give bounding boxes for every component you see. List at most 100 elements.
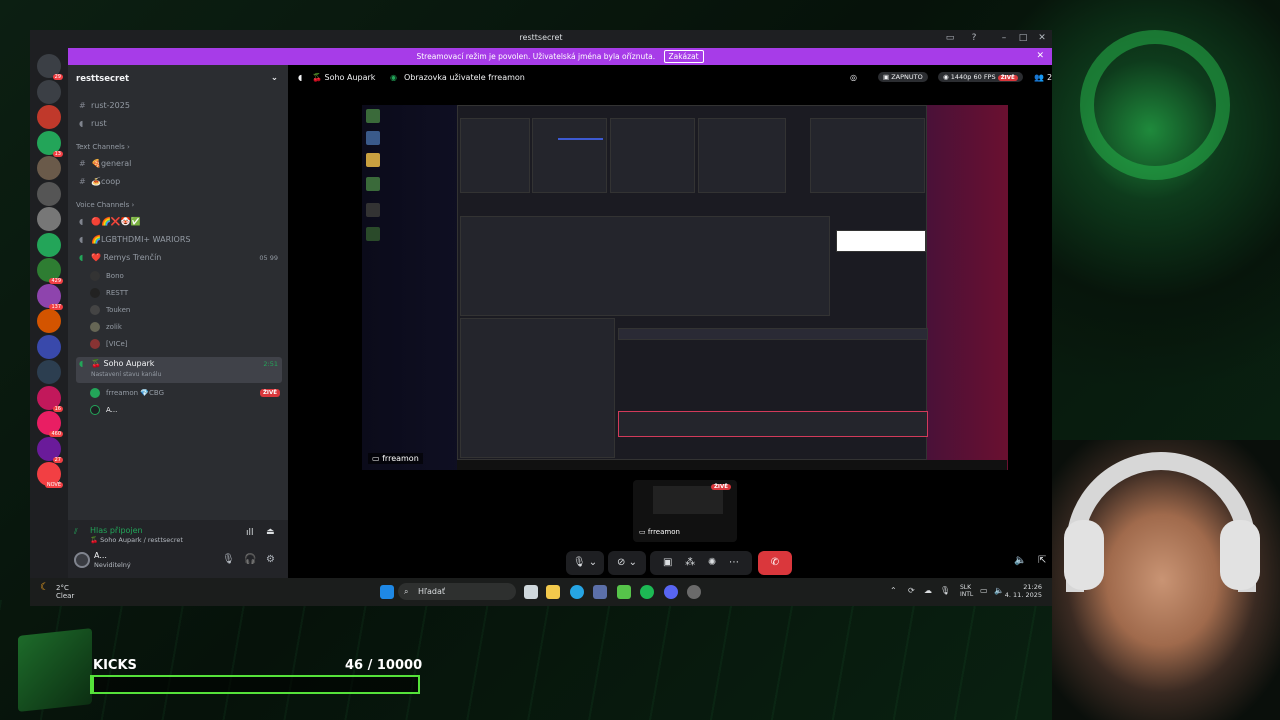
- channel-label: ❤️ Remys Trenčín: [91, 253, 162, 262]
- avatar: [90, 339, 100, 349]
- voice-member[interactable]: RESTT: [90, 286, 128, 300]
- weather-widget[interactable]: ☾ 2°C Clear: [40, 583, 75, 601]
- weather-temp: 2°C: [56, 584, 69, 592]
- activities-icon[interactable]: ⁂: [685, 557, 695, 568]
- help-icon[interactable]: ?: [968, 32, 980, 44]
- spotify-icon[interactable]: ◎: [850, 73, 857, 82]
- media-icon[interactable]: [617, 585, 631, 599]
- mute-icon[interactable]: 🎙: [222, 554, 235, 565]
- voice-member-streaming[interactable]: frreamon 💎CBG ŽIVĚ: [90, 386, 280, 400]
- sync-icon[interactable]: ⟳: [908, 586, 915, 595]
- server-icon[interactable]: [37, 181, 61, 206]
- close-button[interactable]: ✕: [1036, 32, 1048, 44]
- server-icon[interactable]: [37, 105, 61, 129]
- language-indicator[interactable]: SLK INTL: [960, 584, 973, 598]
- disable-button[interactable]: Zakázat: [663, 50, 704, 63]
- server-header[interactable]: resttsecret ⌄: [68, 65, 288, 91]
- server-icon[interactable]: [37, 360, 61, 384]
- voice-channel-wariors[interactable]: ◖ 🌈LGBTHDMI+ WARIORS: [76, 233, 282, 247]
- chevron-down-icon: ⌄: [270, 73, 278, 83]
- volume-icon[interactable]: 🔈: [1014, 555, 1026, 566]
- steam-icon[interactable]: [593, 585, 607, 599]
- voice-member[interactable]: Touken: [90, 303, 130, 317]
- server-icon[interactable]: NOVÉ: [37, 462, 63, 488]
- title-bar: resttsecret ▭ ? – □ ✕: [30, 30, 1052, 46]
- microphone-button[interactable]: 🎙 ⌄: [566, 551, 604, 575]
- popout-icon[interactable]: ⇱: [1038, 555, 1046, 566]
- voice-member[interactable]: Bono: [90, 269, 124, 283]
- more-icon[interactable]: ⋯: [729, 557, 739, 568]
- edge-icon[interactable]: [570, 585, 584, 599]
- header-channel[interactable]: 🍒 Soho Aupark: [312, 73, 375, 82]
- server-icon[interactable]: 16: [37, 385, 63, 412]
- server-icon[interactable]: 13: [37, 130, 63, 157]
- server-icon[interactable]: 137: [37, 283, 63, 310]
- screen-share-icon[interactable]: ▣: [663, 557, 672, 568]
- voice-member[interactable]: A...: [90, 403, 117, 417]
- channel-coop[interactable]: # 🍝coop: [76, 175, 282, 189]
- task-view-icon[interactable]: [524, 585, 538, 599]
- disconnect-icon[interactable]: ⏏: [266, 527, 275, 537]
- volume-tray-icon[interactable]: 🔈: [994, 586, 1004, 595]
- channel-rust[interactable]: ◖ rust: [76, 117, 282, 131]
- server-icon[interactable]: [37, 232, 61, 257]
- channel-general[interactable]: # 🍕general: [76, 157, 282, 171]
- stream-user-label: ▭ frreamon: [368, 453, 423, 464]
- discord-window: resttsecret ▭ ? – □ ✕ Streamovací režim …: [30, 30, 1052, 578]
- member-name: A...: [106, 406, 118, 414]
- minimize-button[interactable]: –: [998, 32, 1010, 44]
- channel-sidebar: resttsecret ⌄ # rust-2025 ◖ rust Text Chan…: [68, 65, 288, 578]
- active-voice-channel[interactable]: ◖ 🍒 Soho Aupark 2:51 Nastavení stavu kaná…: [76, 357, 282, 383]
- user-avatar[interactable]: [74, 552, 90, 568]
- server-icon[interactable]: [37, 156, 61, 180]
- clock[interactable]: 21:26 4. 11. 2025: [1005, 583, 1042, 599]
- weather-desc: Clear: [56, 592, 75, 600]
- banner-close-icon[interactable]: ✕: [1036, 48, 1044, 65]
- tray-chevron-icon[interactable]: ⌃: [890, 586, 897, 595]
- camera-button[interactable]: ⊘ ⌄: [608, 551, 646, 575]
- settings-gear-icon[interactable]: ⚙: [266, 554, 275, 565]
- avatar: [90, 322, 100, 332]
- mic-tray-icon[interactable]: 🎙: [940, 586, 950, 595]
- thumbnail-label: ▭ frreamon: [639, 528, 680, 536]
- voice-location[interactable]: 🍒 Soho Aupark / resttsecret: [90, 536, 183, 544]
- channel-rust-2025[interactable]: # rust-2025: [76, 99, 282, 113]
- category-voice-channels[interactable]: Voice Channels ›: [76, 201, 134, 209]
- voice-channel-emoji[interactable]: ◖ 🔴🌈❌🤡✅: [76, 215, 282, 229]
- obs-icon[interactable]: [687, 585, 701, 599]
- discord-icon[interactable]: [664, 585, 678, 599]
- noise-suppression-icon[interactable]: ıll: [246, 528, 254, 538]
- leave-call-button[interactable]: ✆: [758, 551, 792, 575]
- category-text-channels[interactable]: Text Channels ›: [76, 143, 130, 151]
- stream-quality[interactable]: ◉ 1440p 60 FPS ŽIVĚ: [938, 72, 1023, 82]
- spotify-icon[interactable]: [640, 585, 654, 599]
- taskbar-search[interactable]: ⌕ Hľadať: [398, 583, 516, 600]
- server-icon[interactable]: 29: [37, 54, 63, 80]
- headphones-icon[interactable]: 🎧: [244, 554, 256, 565]
- soundboard-icon[interactable]: ✺: [708, 557, 716, 568]
- window-title: resttsecret: [519, 33, 563, 42]
- server-icon[interactable]: [37, 334, 61, 359]
- voice-member[interactable]: zolik: [90, 320, 122, 334]
- voice-channel-remys[interactable]: ◖ ❤️ Remys Trenčín 05 99: [76, 251, 282, 265]
- server-icon[interactable]: 429: [37, 258, 63, 284]
- network-icon[interactable]: ▭: [980, 586, 988, 595]
- cloud-icon[interactable]: ☁: [924, 586, 932, 595]
- server-icon[interactable]: 27: [37, 436, 63, 463]
- shared-screen[interactable]: ▭ frreamon: [362, 105, 1008, 470]
- channel-status[interactable]: Nastavení stavu kanálu: [91, 368, 161, 382]
- activity-feed: [460, 318, 615, 458]
- server-icon[interactable]: [37, 207, 61, 231]
- server-icon[interactable]: 460: [37, 411, 63, 437]
- member-name: Bono: [106, 272, 124, 280]
- stream-thumbnail[interactable]: ŽIVĚ ▭ frreamon: [633, 480, 737, 542]
- server-icon[interactable]: [37, 309, 61, 333]
- viewers-icon[interactable]: 👥: [1034, 73, 1044, 82]
- voice-member[interactable]: [VICe]: [90, 337, 128, 351]
- server-icon[interactable]: [37, 79, 61, 104]
- inbox-icon[interactable]: ▭: [944, 32, 956, 44]
- channel-label: 🌈LGBTHDMI+ WARIORS: [91, 235, 191, 244]
- start-button[interactable]: [380, 585, 394, 599]
- maximize-button[interactable]: □: [1017, 32, 1029, 44]
- file-explorer-icon[interactable]: [546, 585, 560, 599]
